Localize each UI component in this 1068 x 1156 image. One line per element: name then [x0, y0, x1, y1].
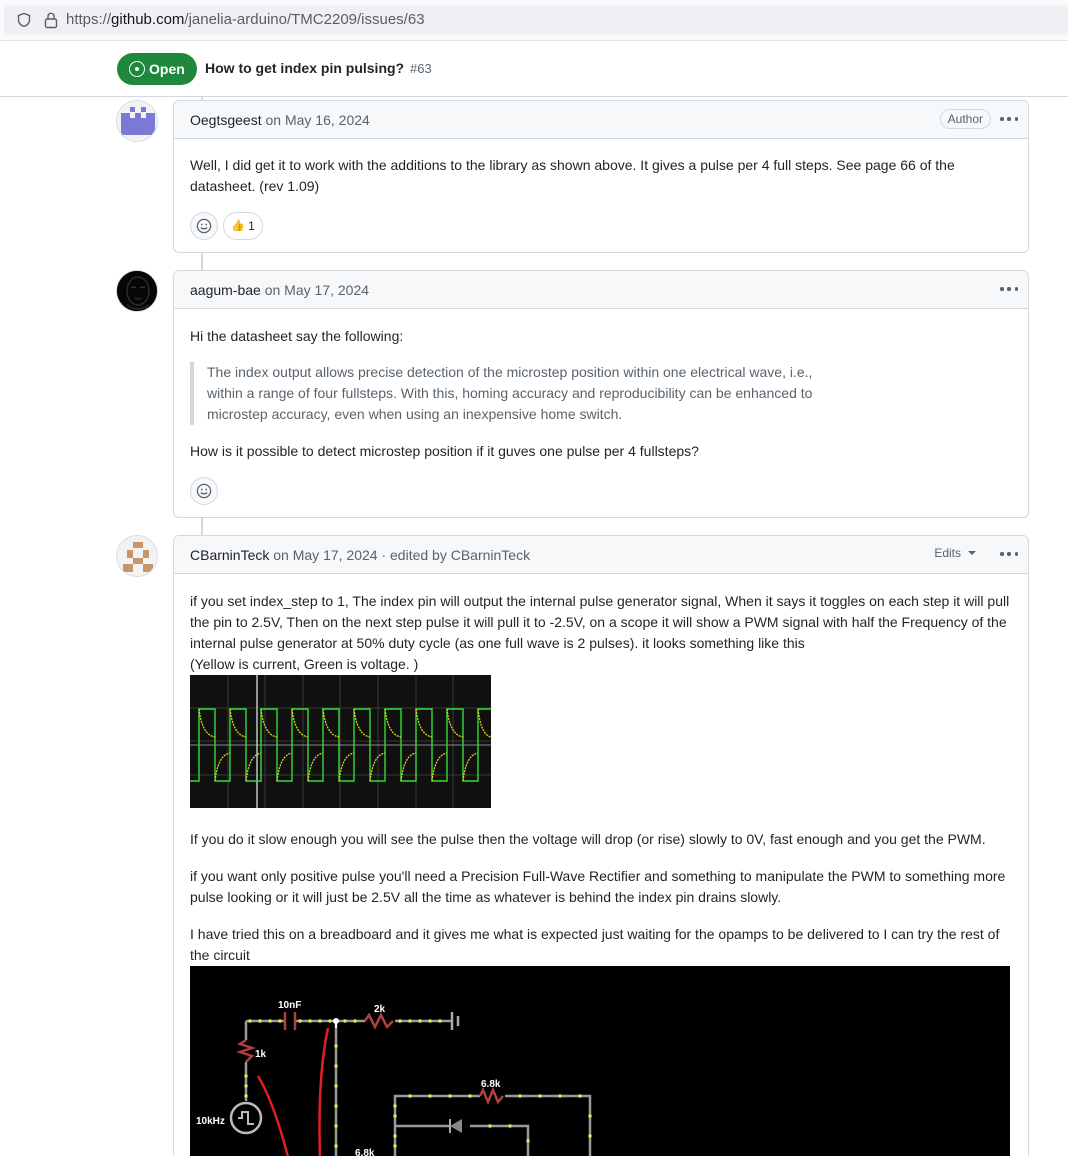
comment-intro: Hi the datasheet say the following:: [190, 328, 404, 344]
avatar-oegtsgeest[interactable]: [116, 100, 158, 142]
user-photo-icon: [117, 271, 157, 311]
issue-title[interactable]: How to get index pin pulsing? #63: [205, 60, 432, 76]
url-text[interactable]: https://github.com/janelia-arduino/TMC22…: [66, 11, 425, 28]
tracking-shield-icon[interactable]: [16, 12, 32, 28]
edits-dropdown[interactable]: Edits: [934, 546, 976, 560]
blockquote: The index output allows precise detectio…: [190, 362, 830, 425]
comment-header: CBarninTeck on May 17, 2024 · edited by …: [174, 536, 1028, 574]
url-path: /janelia-arduino/TMC2209/issues/63: [184, 11, 425, 28]
comment-paragraph: if you set index_step to 1, The index pi…: [190, 593, 1010, 651]
timeline-line: [201, 253, 203, 271]
issue-title-text: How to get index pin pulsing?: [205, 60, 405, 76]
circuit-label: 10kHz: [196, 1116, 225, 1127]
comment-author[interactable]: aagum-bae: [190, 282, 261, 298]
circuit-label: 2k: [374, 1004, 386, 1015]
oscilloscope-image[interactable]: [190, 675, 491, 808]
smiley-icon: [196, 218, 212, 234]
comment-body: Well, I did get it to work with the addi…: [174, 139, 1028, 252]
comment-menu-button[interactable]: [1000, 545, 1018, 563]
comment-body: if you set index_step to 1, The index pi…: [174, 574, 1028, 1156]
comment-meta: CBarninTeck on May 17, 2024 · edited by …: [190, 547, 530, 563]
comment-author[interactable]: CBarninTeck: [190, 547, 269, 563]
lock-icon[interactable]: [43, 11, 59, 29]
comment-meta: Oegtsgeest on May 16, 2024: [190, 112, 370, 128]
browser-toolbar: https://github.com/janelia-arduino/TMC22…: [0, 0, 1068, 41]
circuit-label: 6.8k: [481, 1079, 501, 1090]
reactions-row: [190, 477, 1012, 505]
comment-date[interactable]: on May 17, 2024: [273, 547, 377, 563]
author-badge: Author: [939, 109, 991, 129]
edited-by-label: · edited by CBarninTeck: [381, 547, 531, 563]
reactions-row: 👍 1: [190, 212, 1012, 240]
comment-date[interactable]: on May 16, 2024: [266, 112, 370, 128]
url-prefix: https://: [66, 11, 112, 28]
thumbs-up-icon: 👍: [231, 219, 245, 232]
add-reaction-button[interactable]: [190, 212, 218, 240]
comment-paragraph: (Yellow is current, Green is voltage. ): [190, 656, 419, 672]
url-field[interactable]: https://github.com/janelia-arduino/TMC22…: [4, 5, 1068, 35]
circuit-label: 10nF: [278, 1000, 301, 1011]
comment-paragraph: If you do it slow enough you will see th…: [190, 831, 986, 847]
circuit-label: 6.8k: [355, 1148, 375, 1156]
comment-aagum-bae: aagum-bae on May 17, 2024 Hi the datashe…: [173, 270, 1029, 518]
sticky-issue-header: Open How to get index pin pulsing? #63: [0, 41, 1068, 97]
comment-question: How is it possible to detect microstep p…: [190, 443, 699, 459]
comment-body: Hi the datasheet say the following: The …: [174, 309, 1028, 517]
edits-label: Edits: [934, 546, 961, 560]
comment-meta: aagum-bae on May 17, 2024: [190, 282, 369, 298]
comment-paragraph: if you want only positive pulse you'll n…: [190, 868, 1006, 905]
timeline-line: [201, 518, 203, 536]
add-reaction-button[interactable]: [190, 477, 218, 505]
avatar-aagum-bae[interactable]: [116, 270, 158, 312]
url-host: github.com: [111, 11, 185, 28]
comment-author[interactable]: Oegtsgeest: [190, 112, 262, 128]
comment-menu-button[interactable]: [1000, 110, 1018, 128]
comment-cbarninteck: CBarninTeck on May 17, 2024 · edited by …: [173, 535, 1029, 1156]
avatar-cbarninteck[interactable]: [116, 535, 158, 577]
identicon-icon: [117, 536, 157, 576]
comment-text: Well, I did get it to work with the addi…: [190, 157, 955, 194]
issue-open-icon: [129, 61, 145, 77]
reaction-count: 1: [248, 218, 255, 233]
comment-oegtsgeest: Oegtsgeest on May 16, 2024 Author Well, …: [173, 100, 1029, 253]
issue-state-label: Open: [149, 61, 185, 77]
comment-header: Oegtsgeest on May 16, 2024 Author: [174, 101, 1028, 139]
smiley-icon: [196, 483, 212, 499]
comment-header: aagum-bae on May 17, 2024: [174, 271, 1028, 309]
circuit-diagram-image[interactable]: 10nF 2k 1k 10kHz 6.8k 6.8k: [190, 966, 1010, 1156]
circuit-label: 1k: [255, 1049, 267, 1060]
thumbs-up-reaction-button[interactable]: 👍 1: [223, 212, 263, 240]
comment-paragraph: I have tried this on a breadboard and it…: [190, 926, 1000, 963]
comment-menu-button[interactable]: [1000, 280, 1018, 298]
caret-down-icon: [968, 551, 976, 555]
comment-date[interactable]: on May 17, 2024: [265, 282, 369, 298]
issue-number: #63: [410, 61, 432, 76]
issue-state-badge: Open: [117, 53, 197, 85]
identicon-icon: [117, 101, 157, 141]
